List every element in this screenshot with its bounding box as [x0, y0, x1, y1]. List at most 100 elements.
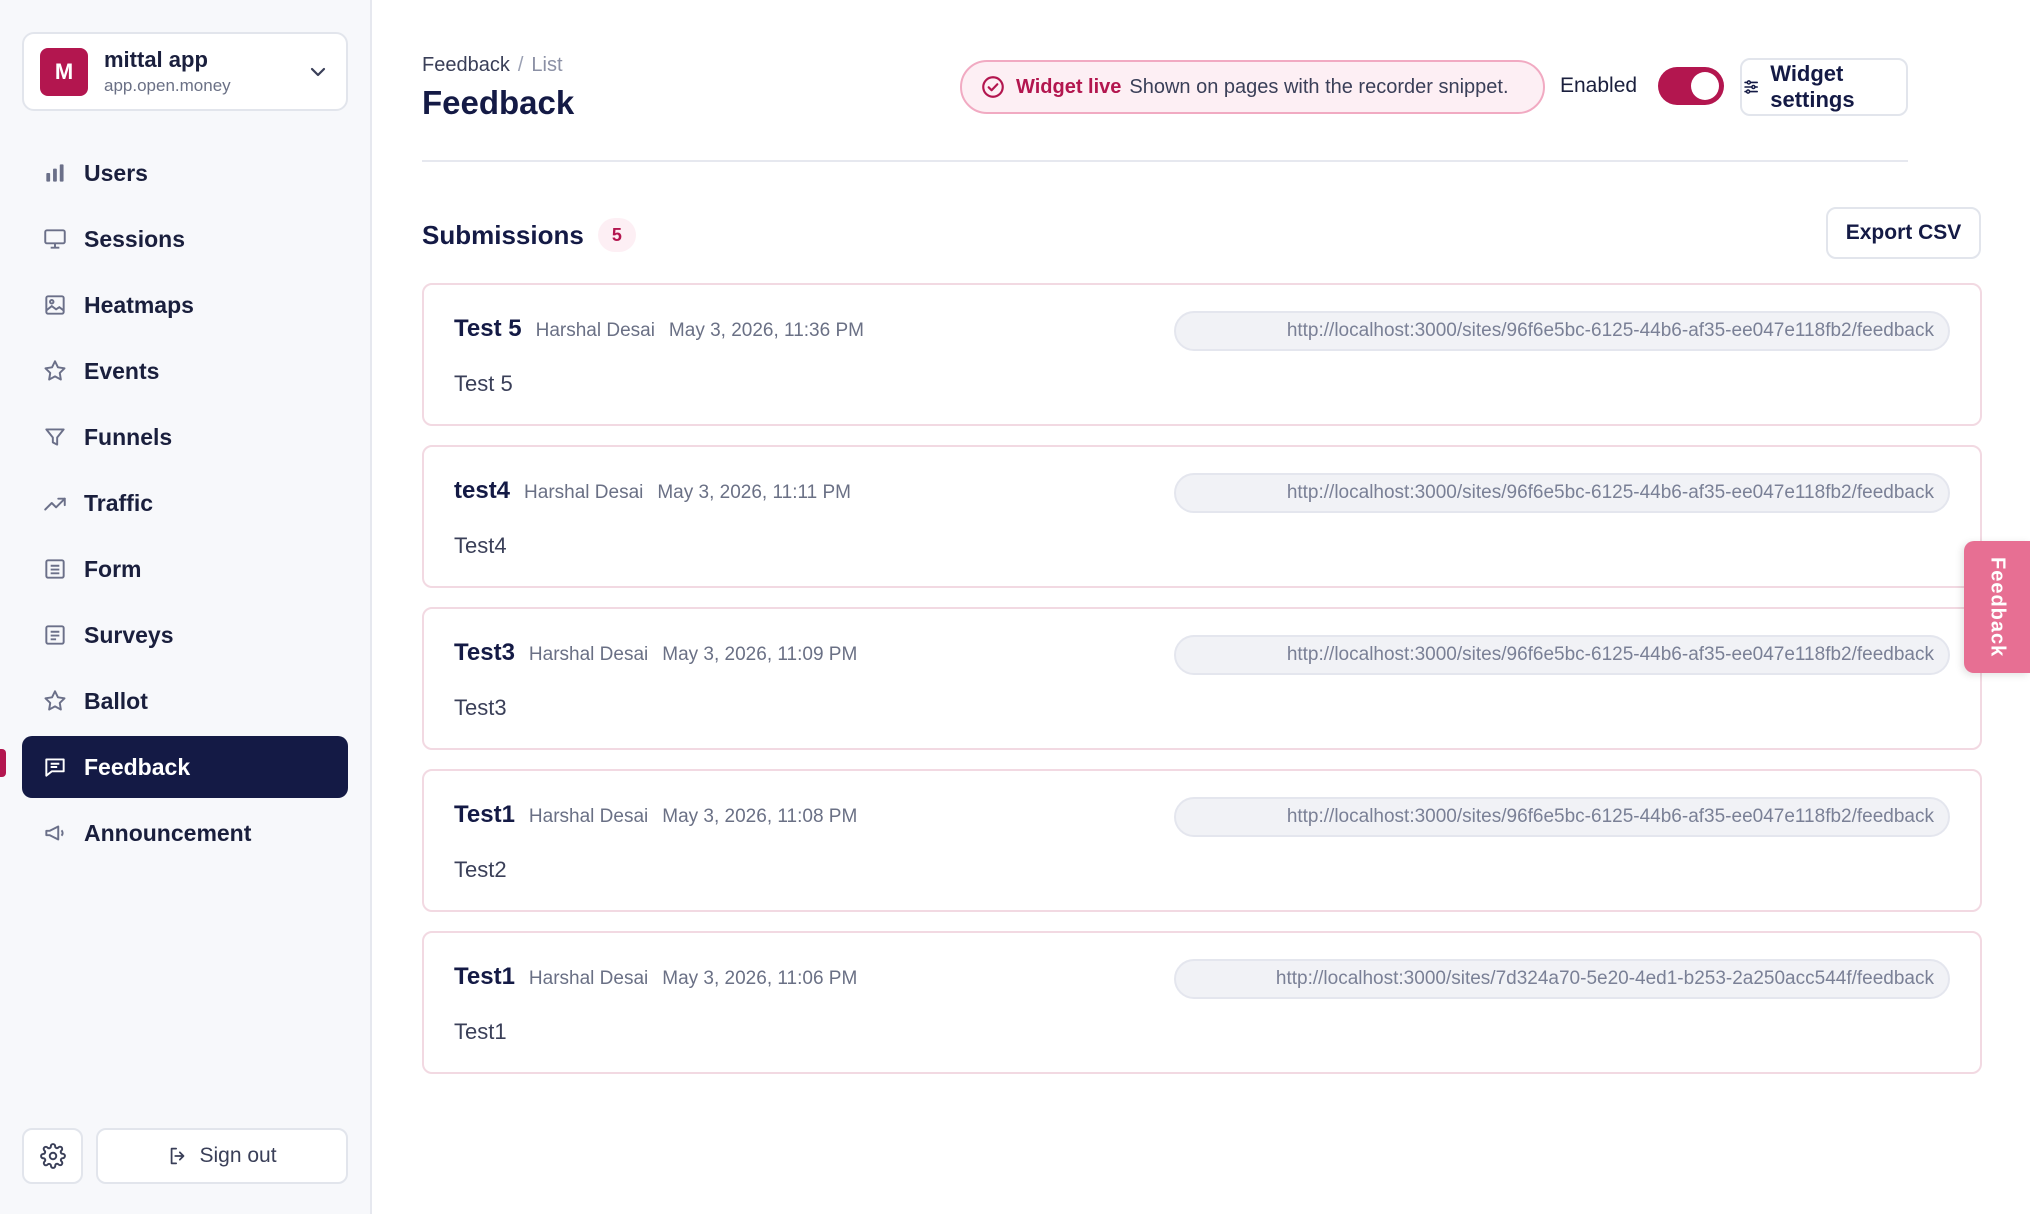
app-root: M mittal app app.open.money Users Sessio…	[0, 0, 2030, 1214]
breadcrumb-item[interactable]: Feedback	[422, 54, 510, 76]
image-icon	[42, 292, 68, 318]
submission-body: Test4	[454, 533, 507, 558]
submission-author: Harshal Desai	[528, 968, 649, 989]
sliders-icon	[1744, 80, 1758, 94]
submission-body: Test3	[454, 695, 507, 720]
workspace-domain: app.open.money	[104, 76, 231, 95]
submission-body: Test2	[454, 857, 507, 882]
submission-date: May 3, 2026, 11:06 PM	[662, 968, 858, 989]
submission-url[interactable]: http://localhost:3000/sites/96f6e5bc-612…	[1174, 311, 1950, 351]
sidebar-item-label: Funnels	[84, 423, 173, 450]
sidebar: M mittal app app.open.money Users Sessio…	[0, 0, 372, 1214]
sidebar-item-label: Ballot	[84, 687, 148, 714]
submissions-heading: Submissions 5	[422, 218, 636, 252]
sidebar-item-funnels[interactable]: Funnels	[22, 406, 348, 468]
breadcrumb-item: List	[531, 54, 563, 76]
sidebar-item-events[interactable]: Events	[22, 340, 348, 402]
submission-url[interactable]: http://localhost:3000/sites/7d324a70-5e2…	[1174, 959, 1950, 999]
sidebar-item-label: Form	[84, 555, 142, 582]
submission-date: May 3, 2026, 11:08 PM	[662, 806, 858, 827]
submission-card[interactable]: Test3 Harshal Desai May 3, 2026, 11:09 P…	[422, 607, 1982, 750]
settings-button[interactable]	[22, 1128, 83, 1184]
submission-card[interactable]: Test 5 Harshal Desai May 3, 2026, 11:36 …	[422, 283, 1982, 426]
message-icon	[42, 754, 68, 780]
submissions-list: Test 5 Harshal Desai May 3, 2026, 11:36 …	[422, 283, 1982, 1093]
export-csv-button[interactable]: Export CSV	[1826, 207, 1981, 259]
submissions-title: Submissions	[422, 219, 584, 250]
widget-live-status: Widget live Shown on pages with the reco…	[960, 60, 1545, 114]
submission-author: Harshal Desai	[535, 320, 655, 341]
toggle-knob	[1691, 72, 1719, 100]
sidebar-item-users[interactable]: Users	[22, 142, 348, 204]
submission-author: Harshal Desai	[528, 806, 649, 827]
breadcrumb: Feedback / List	[422, 54, 563, 77]
active-nav-marker	[0, 749, 6, 777]
sidebar-item-form[interactable]: Form	[22, 538, 348, 600]
submission-body: Test 5	[454, 371, 513, 396]
sidebar-item-announcement[interactable]: Announcement	[22, 802, 348, 864]
page-title: Feedback	[422, 84, 575, 121]
sidebar-item-label: Traffic	[84, 489, 154, 516]
header-divider	[422, 160, 1908, 162]
sidebar-item-label: Sessions	[84, 225, 185, 252]
sidebar-item-feedback[interactable]: Feedback	[22, 736, 348, 798]
document-icon	[42, 622, 68, 648]
sidebar-item-traffic[interactable]: Traffic	[22, 472, 348, 534]
submission-card[interactable]: test4 Harshal Desai May 3, 2026, 11:11 P…	[422, 445, 1982, 588]
bar-chart-icon	[42, 160, 68, 186]
check-circle-icon	[982, 76, 1004, 98]
funnel-icon	[42, 424, 68, 450]
sidebar-item-label: Announcement	[84, 819, 252, 846]
widget-settings-button[interactable]: Widget settings	[1740, 58, 1908, 116]
submission-date: May 3, 2026, 11:11 PM	[657, 482, 851, 503]
sign-out-label: Sign out	[199, 1144, 277, 1167]
workspace-text: mittal app app.open.money	[104, 47, 306, 96]
chevron-down-icon	[310, 67, 326, 76]
sidebar-item-label: Heatmaps	[84, 291, 194, 318]
submission-title: Test1	[454, 963, 515, 990]
feedback-tab-label: Feedback	[1986, 556, 2009, 658]
sidebar-item-label: Feedback	[84, 753, 191, 780]
submission-author: Harshal Desai	[528, 644, 649, 665]
enabled-label: Enabled	[1560, 74, 1638, 97]
submission-title: Test1	[454, 801, 515, 828]
sidebar-item-surveys[interactable]: Surveys	[22, 604, 348, 666]
submission-card[interactable]: Test1 Harshal Desai May 3, 2026, 11:08 P…	[422, 769, 1982, 912]
submission-url[interactable]: http://localhost:3000/sites/96f6e5bc-612…	[1174, 473, 1950, 513]
list-icon	[42, 556, 68, 582]
submission-title: Test3	[454, 639, 515, 666]
workspace-avatar: M	[40, 47, 88, 96]
submission-date: May 3, 2026, 11:09 PM	[662, 644, 858, 665]
submission-url[interactable]: http://localhost:3000/sites/96f6e5bc-612…	[1174, 797, 1950, 837]
breadcrumb-separator: /	[517, 54, 524, 76]
submission-url[interactable]: http://localhost:3000/sites/96f6e5bc-612…	[1174, 635, 1950, 675]
star-icon	[42, 358, 68, 384]
widget-live-description: Shown on pages with the recorder snippet…	[1129, 75, 1509, 98]
gear-icon	[39, 1143, 66, 1169]
submission-body: Test1	[454, 1019, 507, 1044]
monitor-icon	[42, 226, 68, 252]
sidebar-nav: Users Sessions Heatmaps Events Funnels T…	[22, 142, 348, 868]
workspace-name: mittal app	[104, 47, 208, 72]
main-content: Feedback / List Feedback Widget live Shown…	[372, 0, 2030, 1214]
feedback-widget-tab[interactable]: Feedback	[1964, 541, 2030, 673]
sidebar-item-label: Surveys	[84, 621, 174, 648]
sidebar-item-ballot[interactable]: Ballot	[22, 670, 348, 732]
sign-out-button[interactable]: Sign out	[96, 1128, 348, 1184]
submission-title: Test 5	[454, 315, 522, 342]
sidebar-item-label: Users	[84, 159, 148, 186]
trending-up-icon	[42, 490, 68, 516]
sidebar-item-heatmaps[interactable]: Heatmaps	[22, 274, 348, 336]
submission-author: Harshal Desai	[524, 482, 644, 503]
enabled-toggle[interactable]	[1658, 67, 1724, 105]
megaphone-icon	[42, 820, 68, 846]
submission-card[interactable]: Test1 Harshal Desai May 3, 2026, 11:06 P…	[422, 931, 1982, 1074]
widget-settings-label: Widget settings	[1770, 61, 1855, 112]
widget-live-label: Widget live	[1016, 75, 1122, 98]
workspace-switcher[interactable]: M mittal app app.open.money	[22, 32, 348, 111]
submissions-count-badge: 5	[597, 218, 636, 252]
submission-date: May 3, 2026, 11:36 PM	[668, 320, 864, 341]
star-icon	[42, 688, 68, 714]
sidebar-item-sessions[interactable]: Sessions	[22, 208, 348, 270]
sidebar-item-label: Events	[84, 357, 160, 384]
